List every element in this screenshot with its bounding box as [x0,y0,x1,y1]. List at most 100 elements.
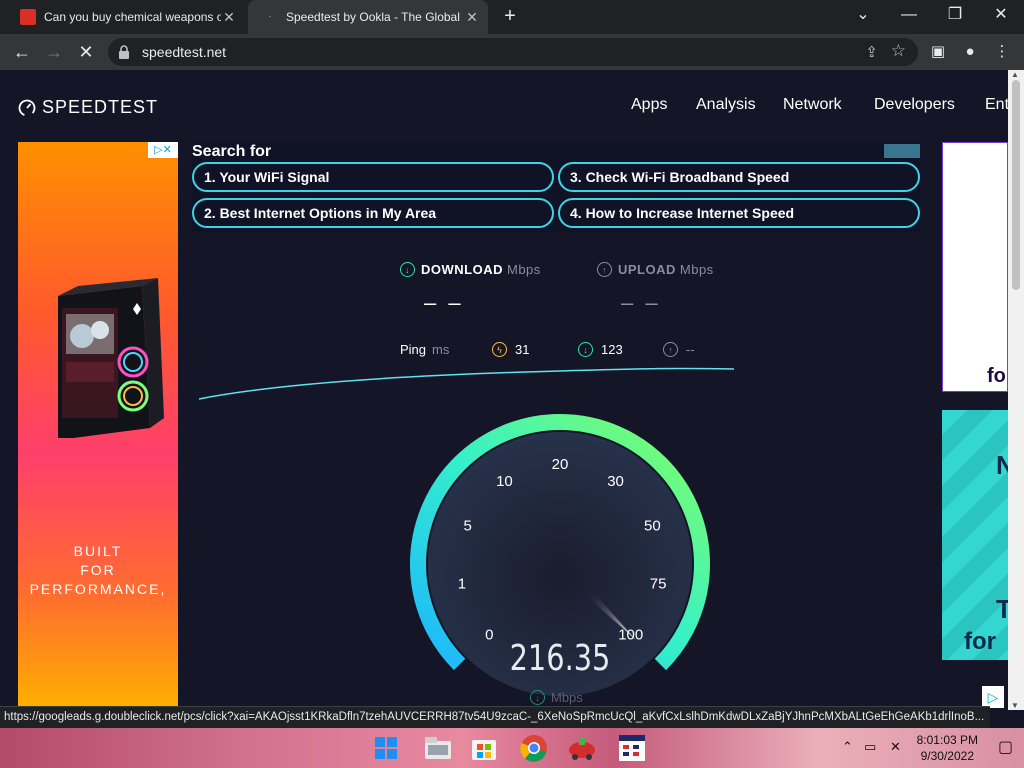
latency-download-icon: ↓ [578,342,593,357]
ad-slogan: BUILT FOR PERFORMANCE, [18,542,178,599]
ad-choices-icon[interactable]: ▷✕ [148,142,178,158]
current-speed-unit: ↓ Mbps [530,690,583,705]
gauge-tick-label: 1 [458,576,466,593]
browser-toolbar: ← → ✕ speedtest.net ⇪ ☆ ▣ ● ⋮ [0,34,1024,70]
notifications-icon[interactable]: ▢ [998,737,1013,757]
download-small-icon: ↓ [530,690,545,705]
back-icon[interactable]: ← [8,38,36,66]
gauge-tick-label: 30 [607,473,624,490]
tab-strip: Can you buy chemical weapons on ✕ ⋅ Spee… [0,0,1024,34]
tab-search-icon[interactable]: ⌄ [840,0,886,34]
gauge-tick-label: 10 [496,473,513,490]
start-button[interactable] [370,732,402,764]
speed-gauge: 0 1 5 10 20 30 50 75 100 [410,414,710,696]
calendar-icon [619,735,645,761]
scroll-down-icon[interactable]: ▼ [1011,701,1019,710]
side-panel-icon[interactable]: ▣ [928,42,948,62]
speedtest-page: SPEEDTEST Apps Analysis Network Develope… [0,70,1008,728]
ping-upload: ↑ -- [663,342,695,357]
stop-loading-icon[interactable]: ✕ [72,38,100,66]
network-icon[interactable]: ▭ [864,739,876,755]
profile-icon[interactable]: ● [960,42,980,62]
forward-icon[interactable]: → [40,38,68,66]
ad-tag-icon[interactable] [884,144,920,158]
search-pill-3[interactable]: 3. Check Wi-Fi Broadband Speed [558,162,920,192]
chrome-icon [520,735,547,762]
game-app-button[interactable] [566,732,598,764]
search-pill-4[interactable]: 4. How to Increase Internet Speed [558,198,920,228]
pc-tower-image [58,278,164,438]
ping-label-group: Ping ms [400,342,449,357]
volume-muted-icon[interactable]: ✕ [890,739,901,755]
ping-unit: ms [432,342,450,357]
scroll-up-icon[interactable]: ▲ [1011,70,1019,79]
bookmark-star-icon[interactable]: ☆ [891,41,906,61]
gauge-tick-label: 100 [618,627,643,644]
speedtest-logo-icon [18,99,36,116]
logo-text: SPEEDTEST [42,97,159,117]
tab-close-icon[interactable]: ✕ [464,9,480,26]
download-value: – – [424,290,464,315]
share-icon[interactable]: ⇪ [865,43,878,61]
current-speed-value: 216.35 [509,638,611,679]
upload-header: ↑ UPLOAD Mbps [597,262,714,277]
page-scrollbar[interactable]: ▲ ▼ [1008,70,1024,710]
gauge-tick-label: 20 [552,456,569,473]
windows-taskbar: ⌃ ▭ ✕ 8:01:03 PM 9/30/2022 ▢ [0,728,1024,768]
ad-right-bottom[interactable]: N T for [942,410,1008,660]
speedtest-logo[interactable]: SPEEDTEST [18,97,158,118]
game-icon [569,737,595,760]
tab-close-icon[interactable]: ✕ [221,9,237,26]
nav-analysis[interactable]: Analysis [696,96,756,114]
download-header: ↓ DOWNLOAD Mbps [400,262,541,277]
minimize-button[interactable]: — [886,0,932,34]
search-for-label: Search for [192,143,272,160]
file-explorer-button[interactable] [422,732,454,764]
screen: Can you buy chemical weapons on ✕ ⋅ Spee… [0,0,1024,768]
clock-time: 8:01:03 PM [916,733,978,747]
slogan-line: BUILT [73,543,123,559]
nav-apps[interactable]: Apps [631,96,667,114]
store-button[interactable] [468,732,500,764]
new-tab-button[interactable]: + [498,5,522,29]
calendar-app-button[interactable] [616,732,648,764]
search-pill-1[interactable]: 1. Your WiFi Signal [192,162,554,192]
taskbar-clock[interactable]: 8:01:03 PM 9/30/2022 [917,732,978,764]
gauge-tick-label: 75 [650,576,667,593]
tray-overflow-icon[interactable]: ⌃ [842,739,853,755]
ad-right-text: N [996,450,1008,480]
search-pill-2[interactable]: 2. Best Internet Options in My Area [192,198,554,228]
mbps-text: Mbps [551,690,583,705]
tab-speedtest[interactable]: ⋅ Speedtest by Ookla - The Global ✕ [248,0,488,34]
ad-choices-right-icon[interactable]: ▷ [982,686,1004,708]
store-icon [472,740,496,760]
chrome-button[interactable] [518,732,550,764]
tab-title: Speedtest by Ookla - The Global [286,10,460,24]
nav-network[interactable]: Network [783,96,842,114]
download-arrow-icon: ↓ [400,262,415,277]
gauge-tick-label: 5 [463,518,471,535]
maximize-button[interactable]: ❐ [932,0,978,34]
scrollbar-thumb[interactable] [1012,80,1020,290]
ping-idle: ϟ 31 [492,342,529,357]
url-text: speedtest.net [142,44,227,60]
menu-kebab-icon[interactable]: ⋮ [992,42,1012,62]
close-window-button[interactable]: ✕ [978,0,1024,34]
gauge-tick-label: 0 [485,627,493,644]
ad-right-top-text: fo [987,365,1006,387]
slogan-line: PERFORMANCE, [29,581,167,597]
nav-developers[interactable]: Developers [874,96,955,114]
windows-logo-icon [375,737,397,759]
nav-enterprise[interactable]: Ent [985,96,1008,114]
ad-left-banner[interactable]: ▷✕ BUILT FOR PERFORMANCE, [18,142,178,708]
folder-icon [425,737,451,759]
latency-idle-icon: ϟ [492,342,507,357]
address-bar[interactable]: speedtest.net ⇪ ☆ [108,38,918,66]
ad-right-text: T [996,594,1008,624]
ad-right-top[interactable]: fo [942,142,1008,392]
ping-upload-value: -- [686,342,695,357]
latency-upload-icon: ↑ [663,342,678,357]
tab-chemical-weapons[interactable]: Can you buy chemical weapons on ✕ [10,0,245,34]
slogan-line: FOR [80,562,116,578]
lock-icon [119,45,129,59]
